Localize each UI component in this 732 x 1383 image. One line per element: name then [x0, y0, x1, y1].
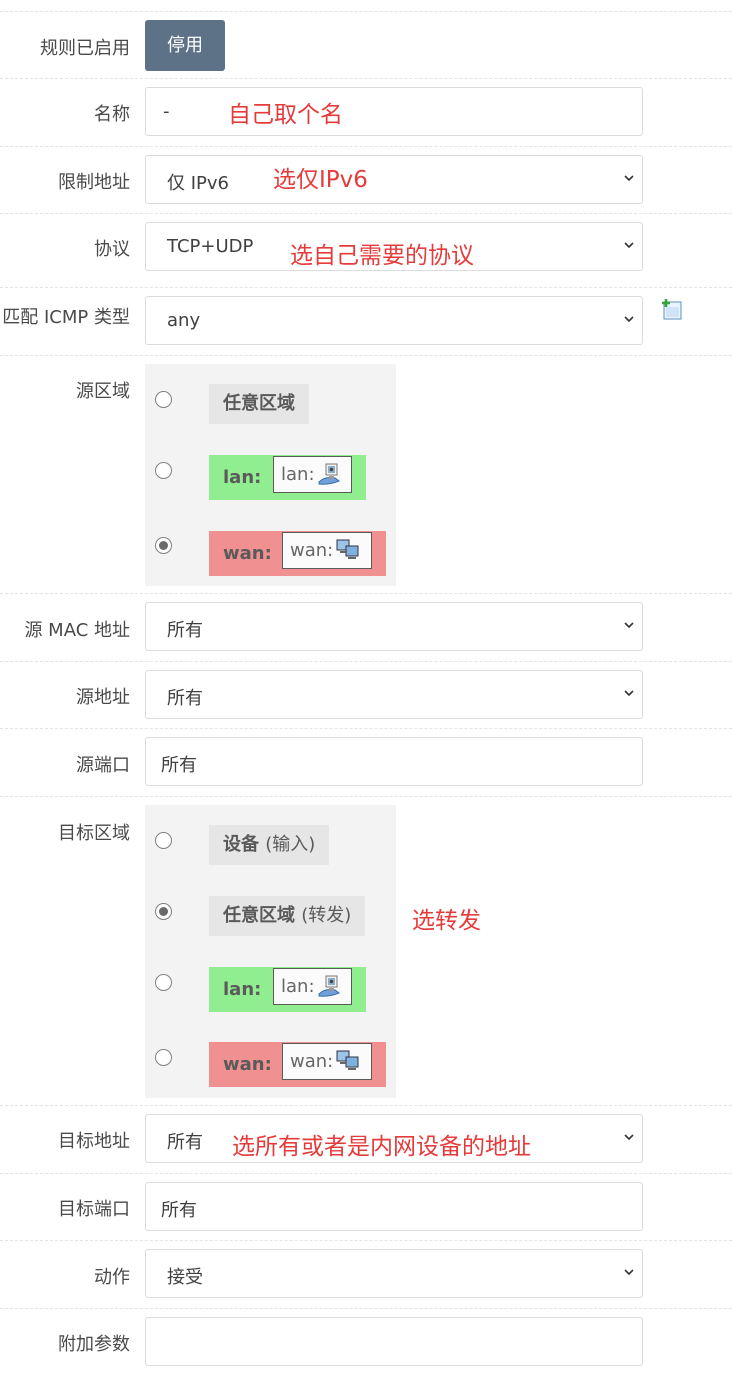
source-port-input[interactable]: 所有	[145, 737, 643, 786]
name-value: -	[163, 101, 170, 122]
row-separator	[0, 796, 732, 797]
wan-network-icon	[336, 1049, 360, 1073]
zone-device-box: lan:	[273, 456, 352, 493]
source-zone-wan-radio[interactable]	[155, 537, 172, 554]
row-separator	[0, 661, 732, 662]
lan-network-icon	[317, 462, 341, 486]
zone-chip-wan[interactable]: wan: wan:	[209, 531, 386, 576]
lan-network-icon	[317, 974, 341, 998]
zone-device-label: wan:	[290, 1051, 334, 1072]
icmp-type-label: 匹配 ICMP 类型	[2, 307, 130, 328]
action-value: 接受	[167, 1267, 203, 1288]
zone-chip-lan[interactable]: lan: lan:	[209, 455, 366, 500]
zone-device-label: lan:	[281, 976, 315, 997]
dest-address-value: 所有	[167, 1132, 203, 1153]
icmp-type-value: any	[167, 310, 201, 331]
action-select[interactable]: 接受	[145, 1249, 643, 1298]
dest-port-input[interactable]: 所有	[145, 1182, 643, 1231]
dest-zone-annotation: 选转发	[412, 908, 481, 934]
row-separator	[0, 213, 732, 214]
name-input[interactable]: -	[145, 87, 643, 136]
icmp-type-select[interactable]: any	[145, 296, 643, 345]
zone-extra: (输入)	[265, 834, 316, 855]
row-separator	[0, 287, 732, 288]
zone-name: wan:	[223, 543, 272, 564]
zone-name: wan:	[223, 1054, 272, 1075]
dest-zone-any-radio[interactable]	[155, 903, 172, 920]
source-port-label: 源端口	[76, 755, 130, 776]
dest-address-label: 目标地址	[58, 1131, 130, 1152]
protocol-annotation: 选自己需要的协议	[290, 243, 474, 269]
source-address-select[interactable]: 所有	[145, 670, 643, 719]
restrict-address-label: 限制地址	[58, 172, 130, 193]
dest-zone-label: 目标区域	[58, 823, 130, 844]
row-separator	[0, 728, 732, 729]
zone-chip-lan[interactable]: lan: lan:	[209, 967, 366, 1012]
protocol-label: 协议	[94, 239, 130, 260]
wan-network-icon	[336, 538, 360, 562]
zone-chip-any-forward[interactable]: 任意区域 (转发)	[209, 896, 366, 936]
chevron-down-icon	[624, 240, 634, 250]
disable-button[interactable]: 停用	[145, 20, 225, 71]
source-port-value: 所有	[161, 755, 197, 776]
zone-chip-any[interactable]: 任意区域	[209, 384, 309, 424]
dest-zone-wan-radio[interactable]	[155, 1049, 172, 1066]
dest-zone-lan-radio[interactable]	[155, 974, 172, 991]
source-mac-select[interactable]: 所有	[145, 602, 643, 651]
action-label: 动作	[94, 1267, 130, 1288]
zone-name: lan:	[223, 979, 262, 1000]
rule-enabled-label: 规则已启用	[40, 38, 130, 59]
add-icon[interactable]	[661, 299, 683, 320]
chevron-down-icon	[624, 1267, 634, 1277]
dest-zone-device-radio[interactable]	[155, 832, 172, 849]
zone-name: 任意区域	[223, 393, 295, 414]
zone-name: 设备	[223, 834, 259, 855]
zone-device-label: lan:	[281, 464, 315, 485]
extra-args-label: 附加参数	[58, 1334, 130, 1355]
zone-device-label: wan:	[290, 540, 334, 561]
chevron-down-icon	[624, 620, 634, 630]
row-separator	[0, 1173, 732, 1174]
source-address-label: 源地址	[76, 687, 130, 708]
row-separator	[0, 146, 732, 147]
restrict-address-annotation: 选仅IPv6	[273, 167, 368, 193]
row-separator	[0, 11, 732, 12]
zone-device-box: wan:	[282, 532, 372, 569]
source-address-value: 所有	[167, 688, 203, 709]
name-annotation: 自己取个名	[228, 102, 343, 128]
chevron-down-icon	[624, 1132, 634, 1142]
zone-name: lan:	[223, 467, 262, 488]
row-separator	[0, 1240, 732, 1241]
row-separator	[0, 593, 732, 594]
chevron-down-icon	[624, 314, 634, 324]
row-separator	[0, 355, 732, 356]
source-mac-value: 所有	[167, 620, 203, 641]
zone-extra: (转发)	[301, 905, 352, 926]
zone-device-box: wan:	[282, 1043, 372, 1080]
row-separator	[0, 1308, 732, 1309]
protocol-value: TCP+UDP	[167, 236, 254, 257]
row-separator	[0, 1105, 732, 1106]
zone-name: 任意区域	[223, 905, 295, 926]
source-zone-any-radio[interactable]	[155, 391, 172, 408]
restrict-address-select[interactable]: 仅 IPv6	[145, 155, 643, 204]
source-zone-lan-radio[interactable]	[155, 462, 172, 479]
zone-chip-device[interactable]: 设备 (输入)	[209, 825, 330, 865]
dest-port-value: 所有	[161, 1200, 197, 1221]
zone-chip-wan[interactable]: wan: wan:	[209, 1042, 386, 1087]
extra-args-input[interactable]	[145, 1317, 643, 1366]
dest-address-annotation: 选所有或者是内网设备的地址	[232, 1134, 531, 1160]
dest-port-label: 目标端口	[58, 1199, 130, 1220]
row-separator	[0, 78, 732, 79]
source-zone-label: 源区域	[76, 381, 130, 402]
chevron-down-icon	[624, 173, 634, 183]
zone-device-box: lan:	[273, 968, 352, 1005]
restrict-address-value: 仅 IPv6	[167, 173, 229, 194]
source-mac-label: 源 MAC 地址	[24, 620, 130, 641]
chevron-down-icon	[624, 688, 634, 698]
name-label: 名称	[94, 104, 130, 125]
